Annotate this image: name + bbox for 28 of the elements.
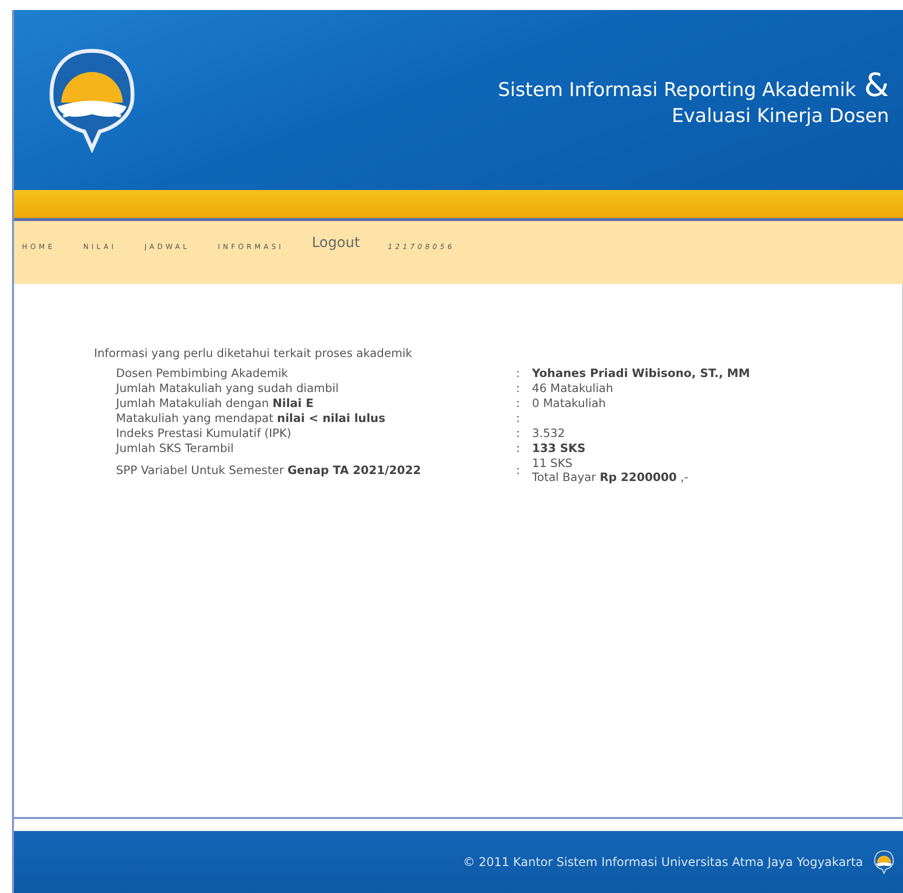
separator: :: [516, 463, 521, 477]
info-label: Jumlah SKS Terambil: [116, 441, 235, 455]
separator: :: [516, 396, 521, 410]
info-label: Jumlah Matakuliah yang sudah diambil: [116, 381, 340, 395]
info-label: Dosen Pembimbing Akademik: [116, 366, 289, 380]
site-subtitle: Evaluasi Kinerja Dosen: [672, 104, 889, 128]
info-label: Jumlah Matakuliah dengan Nilai E: [116, 396, 315, 410]
info-label: SPP Variabel Untuk Semester Genap TA 2021/2022: [116, 463, 422, 477]
info-value: 3.532: [532, 426, 566, 440]
ampersand: &: [864, 72, 889, 98]
info-label: Matakuliah yang mendapat nilai < nilai lulus: [116, 411, 386, 425]
info-value: 11 SKS: [532, 456, 574, 470]
info-value: 133 SKS: [532, 441, 586, 455]
separator: :: [516, 381, 521, 395]
separator: :: [516, 426, 521, 440]
site-title: Sistem Informasi Reporting Akademik: [498, 78, 856, 102]
info-value: 0 Matakuliah: [532, 396, 607, 410]
info-value: Total Bayar Rp 2200000 ,-: [532, 470, 690, 484]
info-value: 46 Matakuliah: [532, 381, 614, 395]
info-label: Indeks Prestasi Kumulatif (IPK): [116, 426, 292, 440]
separator: :: [516, 411, 521, 425]
footer-logo: [873, 850, 895, 874]
separator: :: [516, 441, 521, 455]
separator: :: [516, 366, 521, 380]
info-heading: Informasi yang perlu diketahui terkait proses akademik: [94, 346, 414, 360]
logout-link[interactable]: Logout: [312, 234, 360, 250]
info-value: Yohanes Priadi Wibisono, ST., MM: [532, 366, 751, 380]
copyright-text: © 2011 Kantor Sistem Informasi Universitas Atma Jaya Yogyakarta: [462, 855, 863, 869]
